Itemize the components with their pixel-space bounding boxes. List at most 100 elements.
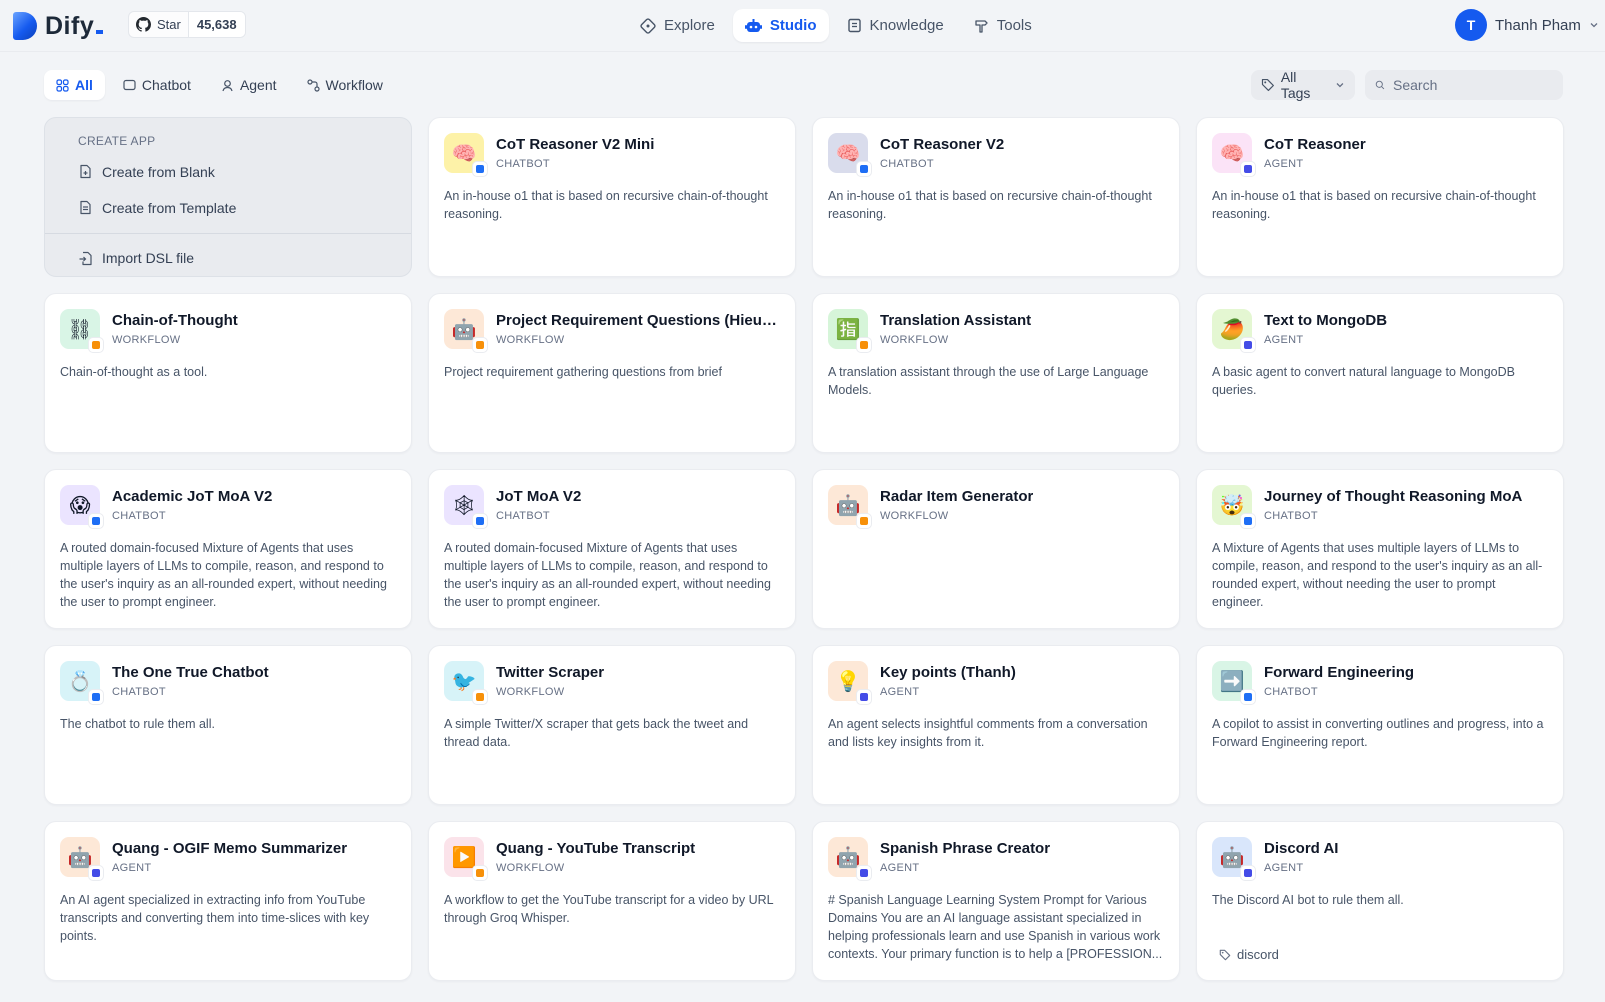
chat-bubble-icon <box>123 79 136 90</box>
tag-icon <box>1219 949 1231 960</box>
create-from-blank-button[interactable]: Create from Blank <box>45 154 411 190</box>
nav-explore[interactable]: Explore <box>628 9 727 42</box>
create-divider <box>45 233 411 235</box>
app-type: AGENT <box>112 862 152 874</box>
app-card-header: 😱 Academic JoT MoA V2 CHATBOT <box>60 484 396 529</box>
app-card[interactable]: 🤖 Spanish Phrase Creator AGENT # Spanish La… <box>812 821 1180 981</box>
app-card[interactable]: 💡 Key points (Thanh) AGENT An agent selects… <box>812 645 1180 805</box>
app-grid: CREATE APP Create from Blank Create from… <box>44 117 1564 981</box>
tab-agent[interactable]: Agent <box>209 70 289 100</box>
app-card[interactable]: 🤖 Quang - OGIF Memo Summarizer AGENT An AI … <box>44 821 412 981</box>
app-card[interactable]: 🧠 CoT Reasoner V2 Mini CHATBOT An in-house … <box>428 117 796 277</box>
app-meta: Key points (Thanh) AGENT <box>880 664 1016 698</box>
app-card[interactable]: ➡️ Forward Engineering CHATBOT A copilot to… <box>1196 645 1564 805</box>
app-type-badge-icon <box>472 689 488 705</box>
app-type: CHATBOT <box>1264 686 1318 698</box>
app-card[interactable]: 🤖 Radar Item Generator WORKFLOW <box>812 469 1180 629</box>
app-type-badge-icon <box>856 513 872 529</box>
app-name: CoT Reasoner <box>1264 136 1366 153</box>
app-type-badge-icon <box>472 161 488 177</box>
app-description: A copilot to assist in converting outlin… <box>1212 717 1544 749</box>
app-name: Academic JoT MoA V2 <box>112 488 273 505</box>
nav-knowledge[interactable]: Knowledge <box>835 9 956 42</box>
github-star-widget[interactable]: Star 45,638 <box>128 11 246 38</box>
agent-icon <box>222 79 233 91</box>
create-from-template-label: Create from Template <box>102 199 237 216</box>
app-icon-wrapper: 🤖 <box>60 837 104 881</box>
app-description: Project requirement gathering questions … <box>444 365 722 379</box>
app-card-header: 🤖 Radar Item Generator WORKFLOW <box>828 484 1164 529</box>
app-meta: CoT Reasoner AGENT <box>1264 136 1366 170</box>
app-type-tabs: All Chatbot Agent Workflow <box>44 70 395 100</box>
app-type: AGENT <box>1264 334 1304 346</box>
app-meta: Journey of Thought Reasoning MoA CHATBOT <box>1264 488 1522 522</box>
app-description: The chatbot to rule them all. <box>60 717 215 731</box>
all-tags-filter[interactable]: All Tags <box>1251 69 1355 101</box>
app-card-header: ⛓ Chain-of-Thought WORKFLOW <box>60 308 396 353</box>
app-description: An in-house o1 that is based on recursiv… <box>1212 189 1536 221</box>
tab-chatbot[interactable]: Chatbot <box>111 70 203 100</box>
tab-all[interactable]: All <box>44 70 105 100</box>
file-plus-icon <box>80 165 91 179</box>
import-dsl-button[interactable]: Import DSL file <box>45 240 411 276</box>
app-card[interactable]: 🧠 CoT Reasoner V2 CHATBOT An in-house o1 th… <box>812 117 1180 277</box>
file-template-icon <box>80 200 91 215</box>
app-type: CHATBOT <box>112 510 166 522</box>
user-name: Thanh Pham <box>1495 16 1581 34</box>
app-card[interactable]: ⛓ Chain-of-Thought WORKFLOW Chain-of-though… <box>44 293 412 453</box>
github-star-button[interactable]: Star <box>129 12 189 37</box>
tab-workflow[interactable]: Workflow <box>295 70 395 100</box>
app-card[interactable]: 🐦 Twitter Scraper WORKFLOW A simple Twitter… <box>428 645 796 805</box>
dify-logo[interactable]: Dify <box>13 11 104 41</box>
app-card-header: 🤖 Discord AI AGENT <box>1212 836 1548 881</box>
app-type: WORKFLOW <box>880 510 949 522</box>
app-type-badge-icon <box>88 865 104 881</box>
app-name: JoT MoA V2 <box>496 488 582 505</box>
avatar[interactable]: T <box>1455 9 1487 41</box>
app-card[interactable]: 🤖 Discord AI AGENT The Discord AI bot to ru… <box>1196 821 1564 981</box>
app-type: WORKFLOW <box>496 686 565 698</box>
app-type: CHATBOT <box>496 510 550 522</box>
app-name: Forward Engineering <box>1264 664 1415 681</box>
app-meta: CoT Reasoner V2 CHATBOT <box>880 136 1004 170</box>
app-type-badge-icon <box>88 689 104 705</box>
app-type: AGENT <box>880 862 920 874</box>
app-card-header: ▶️ Quang - YouTube Transcript WORKFLOW <box>444 836 780 881</box>
app-card[interactable]: 🥭 Text to MongoDB AGENT A basic agent to co… <box>1196 293 1564 453</box>
nav-knowledge-label: Knowledge <box>869 17 944 34</box>
app-card[interactable]: ▶️ Quang - YouTube Transcript WORKFLOW A wo… <box>428 821 796 981</box>
app-icon-wrapper: 😱 <box>60 485 104 529</box>
app-description: A basic agent to convert natural languag… <box>1212 365 1515 397</box>
app-card[interactable]: 😱 Academic JoT MoA V2 CHATBOT A routed doma… <box>44 469 412 629</box>
app-icon-wrapper: 🐦 <box>444 661 488 705</box>
app-card[interactable]: 💍 The One True Chatbot CHATBOT The chatbot … <box>44 645 412 805</box>
app-meta: Spanish Phrase Creator AGENT <box>880 840 1050 874</box>
app-card[interactable]: 🤯 Journey of Thought Reasoning MoA CHATBOT… <box>1196 469 1564 629</box>
app-card[interactable]: 🈯 Translation Assistant WORKFLOW A translat… <box>812 293 1180 453</box>
app-card-header: 🈯 Translation Assistant WORKFLOW <box>828 308 1164 353</box>
app-card-header: 🧠 CoT Reasoner V2 Mini CHATBOT <box>444 132 780 177</box>
app-type: WORKFLOW <box>496 334 565 346</box>
app-tag[interactable]: discord <box>1219 947 1279 962</box>
app-description: An in-house o1 that is based on recursiv… <box>444 189 768 221</box>
user-menu[interactable]: T Thanh Pham <box>1455 9 1599 41</box>
app-meta: Text to MongoDB AGENT <box>1264 312 1387 346</box>
app-icon-wrapper: 🕸 <box>444 485 488 529</box>
app-name: Text to MongoDB <box>1264 312 1388 329</box>
app-tag-label: discord <box>1237 947 1279 962</box>
nav-studio[interactable]: Studio <box>732 9 829 42</box>
search-input[interactable] <box>1393 77 1553 93</box>
all-tags-label: All Tags <box>1280 69 1311 101</box>
create-app-title: CREATE APP <box>78 134 156 148</box>
app-icon-wrapper: 🤖 <box>828 485 872 529</box>
app-icon-wrapper: 🈯 <box>828 309 872 353</box>
app-type-badge-icon <box>472 865 488 881</box>
nav-tools[interactable]: Tools <box>962 9 1044 42</box>
app-type: CHATBOT <box>112 686 166 698</box>
app-card[interactable]: 🕸 JoT MoA V2 CHATBOT A routed domain-focuse… <box>428 469 796 629</box>
github-star-count[interactable]: 45,638 <box>188 12 245 37</box>
app-card[interactable]: 🤖 Project Requirement Questions (Hieu Te.… <box>428 293 796 453</box>
create-from-template-button[interactable]: Create from Template <box>45 190 411 226</box>
app-type: WORKFLOW <box>112 334 181 346</box>
app-card[interactable]: 🧠 CoT Reasoner AGENT An in-house o1 that is… <box>1196 117 1564 277</box>
